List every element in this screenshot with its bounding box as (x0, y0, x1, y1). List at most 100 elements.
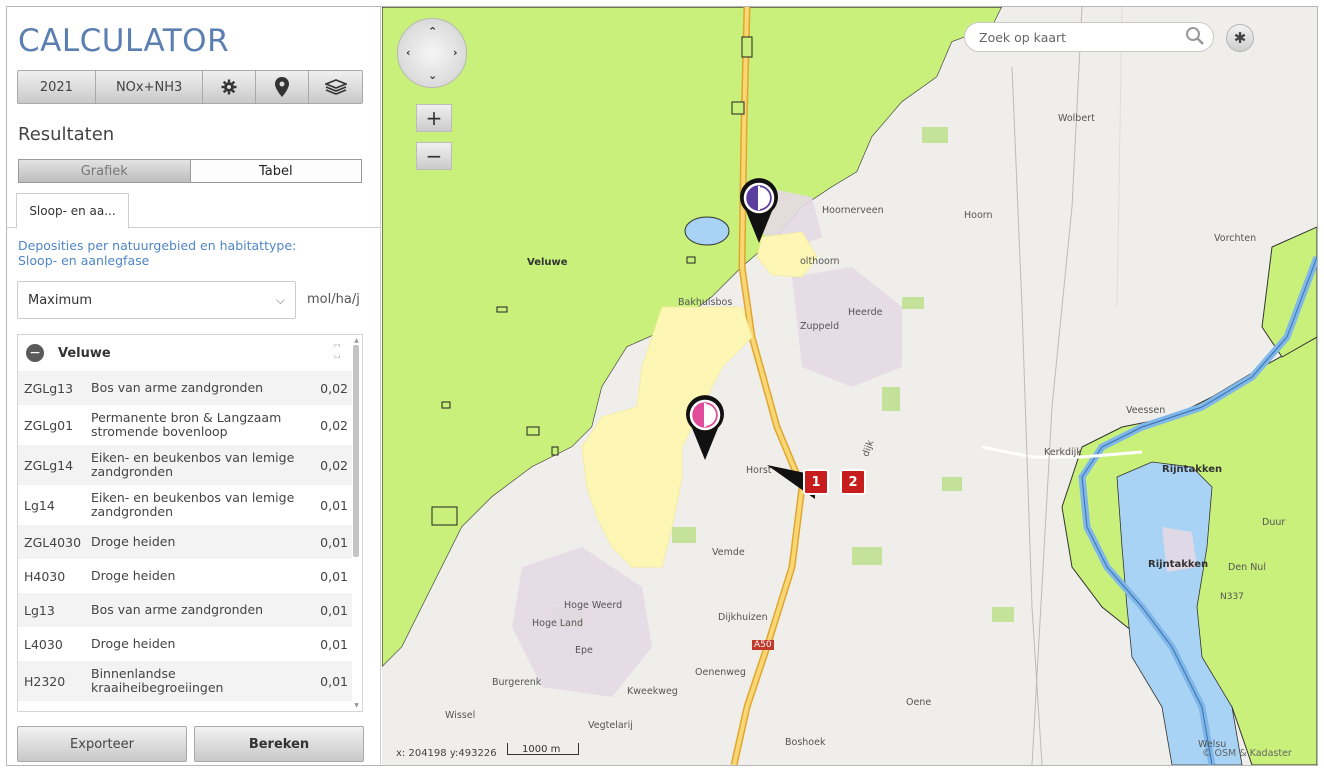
table-row[interactable]: Lg14 Eiken- en beukenbos van lemige zandg… (18, 485, 352, 525)
table-row[interactable]: L4030 Droge heiden 0,01 (18, 627, 352, 661)
table-row[interactable]: ZGL4030 Droge heiden 0,01 (18, 525, 352, 559)
table-scrollbar[interactable]: ▲ ▼ (352, 337, 361, 709)
map-label: Veessen (1126, 405, 1166, 416)
table-row[interactable]: H4030 Droge heiden 0,01 (18, 559, 352, 593)
cell-value: 0,02 (320, 417, 348, 433)
zoom-in-button[interactable]: + (416, 104, 452, 132)
cell-value: 0,01 (320, 602, 348, 618)
table-row[interactable]: ZGLg01 Permanente bron & Langzaam stromen… (18, 405, 352, 445)
app-window: CALCULATOR 2021 NOx+NH3 Resultaten Grafi… (6, 6, 1318, 766)
cell-name: Droge heiden (91, 534, 176, 549)
results-rows: ZGLg13 Bos van arme zandgronden 0,02 ZGLg01… (18, 371, 352, 701)
result-type-value: Maximum (28, 293, 93, 308)
pan-down-icon[interactable]: ⌄ (428, 69, 437, 82)
map-label: Vemde (712, 547, 745, 558)
results-heading: Resultaten (18, 124, 115, 145)
cell-value: 0,01 (320, 534, 348, 550)
year-button[interactable]: 2021 (18, 71, 96, 103)
map-label: olthoorn (800, 256, 840, 267)
expand-icon[interactable]: ⌜⌝ ⌞⌟ (334, 345, 346, 359)
result-type-row: Maximum ⌵ mol/ha/j (17, 281, 373, 319)
scroll-thumb[interactable] (353, 345, 359, 557)
table-view-button[interactable]: Tabel (190, 160, 361, 182)
pan-control[interactable]: ⌃ ⌄ ‹ › (397, 18, 467, 88)
search-icon[interactable] (1185, 26, 1205, 46)
table-row[interactable]: ZGLg13 Bos van arme zandgronden 0,02 (18, 371, 352, 405)
map-label: Oenenweg (695, 667, 746, 678)
coordinate-readout: x: 204198 y:493226 (396, 748, 497, 759)
map-copyright: © OSM & Kadaster (1202, 748, 1292, 759)
table-row[interactable]: Lg13 Bos van arme zandgronden 0,01 (18, 593, 352, 627)
cell-value: 0,02 (320, 380, 348, 396)
cell-name: Bos van arme zandgronden (91, 380, 264, 395)
asterisk-icon[interactable]: ✱ (1226, 24, 1254, 52)
view-switch: Grafiek Tabel (18, 159, 362, 183)
map-label: Zuppeld (800, 321, 840, 332)
cell-code: ZGLg14 (24, 457, 74, 473)
cell-value: 0,01 (320, 497, 348, 513)
map-view[interactable]: Veluwe Hoornerveen Hoorn Wolbert Vorchte… (382, 7, 1317, 765)
table-row[interactable]: H2320 Binnenlandse kraaiheibegroeiingen 0,… (18, 661, 352, 701)
source-marker-pink[interactable] (684, 394, 726, 460)
map-label: Veluwe (527, 257, 568, 268)
location-button[interactable] (256, 71, 310, 103)
cell-code: Lg13 (24, 602, 55, 618)
pan-right-icon[interactable]: › (453, 46, 458, 59)
cell-code: Lg14 (24, 497, 55, 513)
results-table: − Veluwe ⌜⌝ ⌞⌟ ZGLg13 Bos van arme zandgro… (17, 334, 363, 712)
map-label: Bakhuisbos (678, 297, 733, 308)
app-title: CALCULATOR (18, 23, 230, 59)
map-label: Hoge Land (532, 618, 584, 629)
group-header[interactable]: − Veluwe ⌜⌝ ⌞⌟ (18, 335, 352, 371)
sidebar: CALCULATOR 2021 NOx+NH3 Resultaten Grafi… (7, 7, 381, 765)
calc-point-marker-2[interactable]: 2 (840, 469, 866, 495)
cell-name: Droge heiden (91, 568, 176, 583)
cell-name: Permanente bron & Langzaam stromende bov… (91, 410, 282, 439)
zoom-out-button[interactable]: − (416, 142, 452, 170)
road-label: N337 (1220, 592, 1244, 602)
chevron-down-icon: ⌵ (275, 293, 285, 307)
gear-icon (221, 79, 237, 95)
cell-value: 0,02 (320, 457, 348, 473)
substance-button[interactable]: NOx+NH3 (96, 71, 204, 103)
map-label: Kerkdijk (1044, 447, 1082, 458)
cell-code: L4030 (24, 636, 63, 652)
table-row[interactable]: ZGLg14 Eiken- en beukenbos van lemige zan… (18, 445, 352, 485)
road-label: A50 (752, 640, 774, 650)
map-label: Epe (575, 645, 593, 656)
map-label: Duur (1262, 517, 1286, 528)
map-search-input[interactable]: Zoek op kaart (964, 22, 1214, 52)
scale-label: 1000 m (522, 744, 561, 755)
map-label: Boshoek (785, 737, 826, 748)
pan-left-icon[interactable]: ‹ (406, 46, 411, 59)
group-name: Veluwe (58, 345, 111, 361)
cell-name: Eiken- en beukenbos van lemige zandgrond… (91, 490, 295, 519)
tab-demolition-construction[interactable]: Sloop- en aa... (16, 193, 129, 229)
layers-icon (324, 79, 347, 95)
scroll-down-icon[interactable]: ▼ (352, 702, 361, 709)
settings-button[interactable] (203, 71, 257, 103)
map-label: Wolbert (1058, 113, 1095, 124)
map-label: Burgerenk (492, 677, 542, 688)
cell-value: 0,01 (320, 636, 348, 652)
unit-label: mol/ha/j (307, 292, 360, 307)
map-label: Vorchten (1214, 233, 1257, 244)
map-label: Kweekweg (627, 686, 678, 697)
scroll-up-icon[interactable]: ▲ (352, 337, 361, 344)
map-label: Hoornerveen (822, 205, 884, 216)
layers-button[interactable] (309, 71, 362, 103)
cell-code: ZGLg01 (24, 417, 74, 433)
result-type-select[interactable]: Maximum ⌵ (17, 281, 296, 319)
collapse-icon[interactable]: − (26, 344, 44, 362)
tab-bar: Sloop- en aa... (7, 190, 380, 229)
cell-name: Binnenlandse kraaiheibegroeiingen (91, 666, 224, 695)
export-button[interactable]: Exporteer (17, 726, 187, 762)
map-canvas (382, 7, 1317, 765)
calc-point-marker-1[interactable]: 1 (803, 469, 829, 495)
source-marker-purple[interactable] (738, 177, 780, 243)
calculate-button[interactable]: Bereken (194, 726, 364, 762)
map-label: Oene (906, 697, 932, 708)
chart-view-button[interactable]: Grafiek (19, 160, 191, 182)
pan-up-icon[interactable]: ⌃ (428, 25, 437, 38)
cell-code: ZGLg13 (24, 380, 74, 396)
